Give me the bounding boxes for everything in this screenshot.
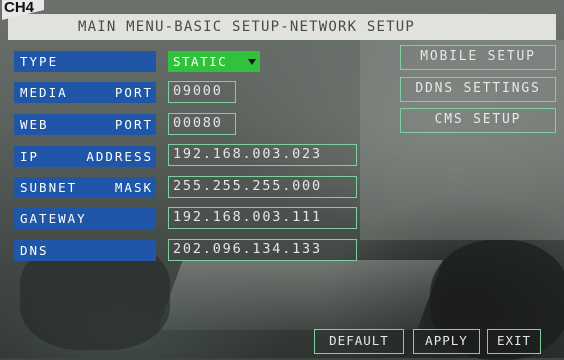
web-port-label-word2: PORT: [114, 117, 153, 132]
menu-title-bar: MAIN MENU-BASIC SETUP-NETWORK SETUP: [8, 14, 556, 40]
dns-label: DNS: [14, 240, 156, 261]
type-select[interactable]: STATIC: [168, 51, 260, 72]
ip-address-field[interactable]: 192.168.003.023: [168, 144, 357, 166]
apply-button[interactable]: APPLY: [413, 329, 480, 354]
menu-title: MAIN MENU-BASIC SETUP-NETWORK SETUP: [78, 19, 416, 35]
mobile-setup-button[interactable]: MOBILE SETUP: [400, 45, 556, 70]
exit-button[interactable]: EXIT: [487, 329, 541, 354]
web-port-field[interactable]: 00080: [168, 113, 236, 135]
media-port-label: MEDIA PORT: [14, 82, 156, 103]
media-port-label-word2: PORT: [114, 85, 153, 100]
media-port-label-word1: MEDIA: [20, 85, 68, 100]
dns-field[interactable]: 202.096.134.133: [168, 239, 357, 261]
cms-setup-button[interactable]: CMS SETUP: [400, 108, 556, 133]
gateway-label-text: GATEWAY: [20, 211, 87, 226]
subnet-mask-field[interactable]: 255.255.255.000: [168, 176, 357, 198]
subnet-mask-label-word2: MASK: [114, 180, 153, 195]
ip-address-label: IP ADDRESS: [14, 146, 156, 167]
type-label: TYPE: [14, 51, 156, 72]
media-port-field[interactable]: 09000: [168, 81, 236, 103]
background-wall: [360, 40, 564, 240]
gateway-field[interactable]: 192.168.003.111: [168, 207, 357, 229]
dropdown-arrow-icon[interactable]: [244, 51, 260, 72]
dns-label-text: DNS: [20, 243, 49, 258]
type-label-text: TYPE: [20, 54, 59, 69]
subnet-mask-label: SUBNET MASK: [14, 177, 156, 198]
type-select-value: STATIC: [168, 51, 244, 72]
ddns-settings-button[interactable]: DDNS SETTINGS: [400, 77, 556, 102]
gateway-label: GATEWAY: [14, 208, 156, 229]
subnet-mask-label-word1: SUBNET: [20, 180, 78, 195]
web-port-label-word1: WEB: [20, 117, 49, 132]
ip-address-label-word2: ADDRESS: [86, 149, 153, 164]
default-button[interactable]: DEFAULT: [314, 329, 404, 354]
background-desk: [157, 260, 443, 330]
web-port-label: WEB PORT: [14, 114, 156, 135]
ip-address-label-word1: IP: [20, 149, 40, 164]
